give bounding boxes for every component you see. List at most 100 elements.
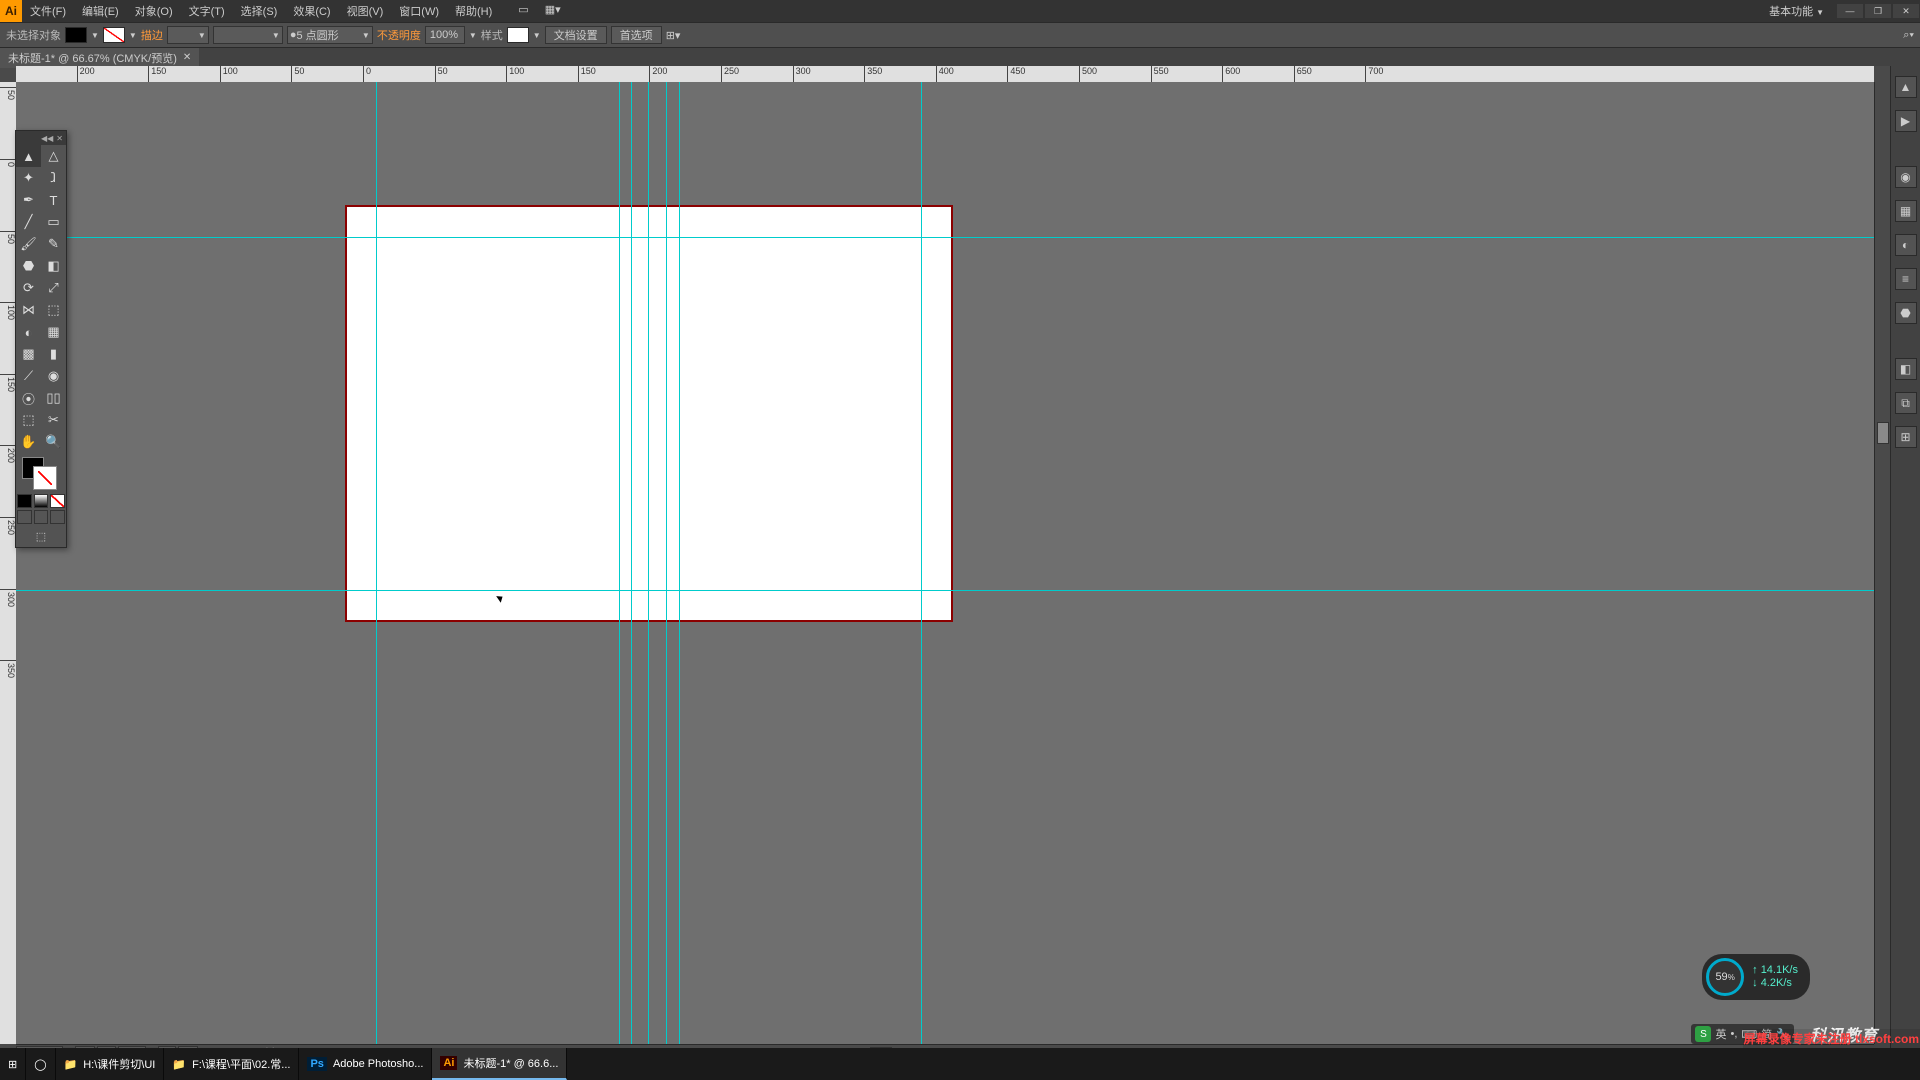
guide-horizontal[interactable]	[16, 590, 1874, 591]
network-monitor-widget[interactable]: 59% ↑ 14.1K/s ↓ 4.2K/s	[1702, 954, 1810, 1000]
search-icon[interactable]: ⌕▾	[1903, 29, 1914, 42]
pencil-tool[interactable]: ✎	[41, 233, 66, 255]
document-setup-button[interactable]: 文档设置	[545, 26, 607, 44]
draw-normal[interactable]	[17, 510, 32, 524]
stroke-swatch[interactable]	[103, 27, 125, 43]
guide-vertical[interactable]	[648, 82, 649, 1044]
menu-window[interactable]: 窗口(W)	[391, 0, 447, 23]
hand-tool[interactable]: ✋	[16, 431, 41, 453]
opacity-label[interactable]: 不透明度	[377, 27, 421, 43]
window-minimize-button[interactable]: —	[1837, 4, 1863, 18]
ruler-horizontal[interactable]: 2001501005005010015020025030035040045050…	[16, 66, 1874, 82]
taskbar-photoshop[interactable]: PsAdobe Photosho...	[299, 1048, 432, 1080]
scale-tool[interactable]: ⤢	[41, 277, 66, 299]
panel-symbols-icon[interactable]: ⬣	[1895, 302, 1917, 324]
slice-tool[interactable]: ✂	[41, 409, 66, 431]
screen-mode-button[interactable]: ⬚	[16, 525, 66, 547]
close-tab-icon[interactable]: ✕	[183, 52, 191, 63]
free-transform-tool[interactable]: ⬚	[41, 299, 66, 321]
canvas[interactable]	[16, 82, 1874, 1044]
stroke-label[interactable]: 描边	[141, 27, 163, 43]
menu-file[interactable]: 文件(F)	[22, 0, 74, 23]
panel-transform-icon[interactable]: ⊞	[1895, 426, 1917, 448]
panel-info-icon[interactable]: ▲	[1895, 76, 1917, 98]
guide-vertical[interactable]	[921, 82, 922, 1044]
symbol-sprayer-tool[interactable]: ⦿	[16, 387, 41, 409]
width-tool[interactable]: ⋈	[16, 299, 41, 321]
window-close-button[interactable]: ✕	[1893, 4, 1919, 18]
close-icon[interactable]: ✕	[56, 134, 63, 143]
window-maximize-button[interactable]: ❐	[1865, 4, 1891, 18]
color-mode-solid[interactable]	[17, 494, 32, 508]
toolbox-header[interactable]: ◀◀✕	[16, 131, 66, 145]
selection-tool[interactable]: ▲	[16, 145, 41, 167]
panel-layers-icon[interactable]: ◧	[1895, 358, 1917, 380]
document-tab[interactable]: 未标题-1* @ 66.67% (CMYK/预览) ✕	[0, 47, 199, 68]
lasso-tool[interactable]: ⱹ	[41, 167, 66, 189]
color-mode-gradient[interactable]	[34, 494, 49, 508]
panel-properties-icon[interactable]: ▶	[1895, 110, 1917, 132]
taskbar-illustrator[interactable]: Ai未标题-1* @ 66.6...	[432, 1048, 567, 1080]
shape-builder-tool[interactable]: ◐	[16, 321, 41, 343]
guide-vertical[interactable]	[666, 82, 667, 1044]
mesh-tool[interactable]: ▩	[16, 343, 41, 365]
panel-brushes-icon[interactable]: ◐	[1895, 234, 1917, 256]
perspective-tool[interactable]: ▦	[41, 321, 66, 343]
zoom-tool[interactable]: 🔍	[41, 431, 66, 453]
stroke-color[interactable]	[34, 467, 56, 489]
style-swatch[interactable]	[507, 27, 529, 43]
draw-behind[interactable]	[34, 510, 49, 524]
panel-artboards-icon[interactable]: ⧉	[1895, 392, 1917, 414]
ruler-vertical[interactable]: 50050100150200250300350	[0, 82, 16, 1044]
arrange-docs-icon[interactable]: ▦▾	[537, 0, 569, 23]
guide-vertical[interactable]	[376, 82, 377, 1044]
color-mode-none[interactable]	[50, 494, 65, 508]
guide-vertical[interactable]	[619, 82, 620, 1044]
line-tool[interactable]: ╱	[16, 211, 41, 233]
menu-view[interactable]: 视图(V)	[339, 0, 392, 23]
guide-horizontal[interactable]	[16, 237, 1874, 238]
direct-selection-tool[interactable]: △	[41, 145, 66, 167]
start-button[interactable]: ⊞	[0, 1048, 26, 1080]
blend-tool[interactable]: ◉	[41, 365, 66, 387]
fill-swatch[interactable]	[65, 27, 87, 43]
taskbar-folder2[interactable]: 📁F:\课程\平面\02.常...	[164, 1048, 299, 1080]
stroke-weight-select[interactable]: ▼	[167, 26, 209, 44]
guide-vertical[interactable]	[631, 82, 632, 1044]
paintbrush-tool[interactable]: 🖌	[16, 233, 41, 255]
graph-tool[interactable]: ▯▯	[41, 387, 66, 409]
eraser-tool[interactable]: ◧	[41, 255, 66, 277]
rotate-tool[interactable]: ⟳	[16, 277, 41, 299]
scrollbar-vertical[interactable]	[1874, 82, 1890, 1044]
eyedropper-tool[interactable]: ⟋	[16, 365, 41, 387]
menu-select[interactable]: 选择(S)	[233, 0, 286, 23]
workspace-switcher[interactable]: 基本功能▼	[1763, 1, 1830, 21]
panel-swatches-icon[interactable]: ▦	[1895, 200, 1917, 222]
rectangle-tool[interactable]: ▭	[41, 211, 66, 233]
type-tool[interactable]: T	[41, 189, 66, 211]
menu-effect[interactable]: 效果(C)	[285, 0, 338, 23]
bridge-icon[interactable]: ▭	[510, 0, 536, 23]
menu-edit[interactable]: 编辑(E)	[74, 0, 127, 23]
pen-tool[interactable]: ✒	[16, 189, 41, 211]
cortana-button[interactable]: ◯	[26, 1048, 55, 1080]
preferences-button[interactable]: 首选项	[611, 26, 662, 44]
menu-object[interactable]: 对象(O)	[127, 0, 181, 23]
blob-brush-tool[interactable]: ⬣	[16, 255, 41, 277]
panel-stroke-icon[interactable]: ≡	[1895, 268, 1917, 290]
menu-type[interactable]: 文字(T)	[181, 0, 233, 23]
menu-help[interactable]: 帮助(H)	[447, 0, 500, 23]
opacity-input[interactable]: 100%	[425, 26, 465, 44]
ime-icon[interactable]: S	[1695, 1026, 1711, 1042]
taskbar-folder1[interactable]: 📁H:\课件剪切\UI	[56, 1048, 165, 1080]
fill-stroke-control[interactable]	[16, 453, 66, 493]
gradient-tool[interactable]: ▮	[41, 343, 66, 365]
draw-inside[interactable]	[50, 510, 65, 524]
panel-color-icon[interactable]: ◉	[1895, 166, 1917, 188]
align-icon[interactable]: ⊞▾	[666, 29, 681, 42]
profile-select[interactable]: ▼	[213, 26, 283, 44]
brush-select[interactable]: ● 5 点圆形▼	[287, 26, 373, 44]
guide-vertical[interactable]	[679, 82, 680, 1044]
magic-wand-tool[interactable]: ✦	[16, 167, 41, 189]
artboard-tool[interactable]: ⬚	[16, 409, 41, 431]
